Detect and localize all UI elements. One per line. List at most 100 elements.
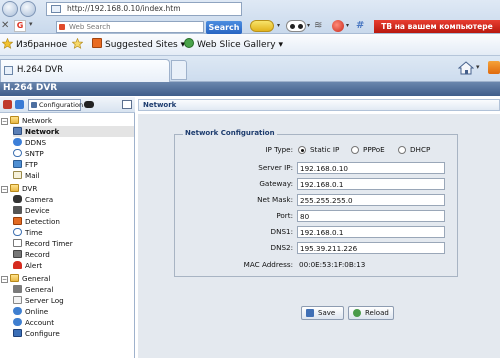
tree-item-ddns[interactable]: DDNS bbox=[13, 137, 46, 148]
tree-item-configure[interactable]: Configure bbox=[13, 328, 60, 339]
chevron-down-icon[interactable]: ▾ bbox=[346, 22, 349, 29]
tree-item-label: Network bbox=[25, 127, 60, 136]
timer-icon bbox=[13, 239, 22, 247]
chevron-down-icon[interactable]: ▾ bbox=[476, 63, 480, 71]
tree-item-label: Time bbox=[25, 228, 43, 237]
search-input[interactable]: Web Search bbox=[56, 21, 204, 33]
config-tree-panel: Configuration − Network Network DDNS SNTP… bbox=[0, 97, 135, 358]
weather-icon[interactable]: ≋ bbox=[314, 20, 326, 32]
tree-item-general[interactable]: General bbox=[13, 284, 53, 295]
rss-icon[interactable] bbox=[488, 61, 500, 74]
chevron-down-icon[interactable]: ▾ bbox=[277, 22, 280, 29]
dns1-input[interactable] bbox=[297, 226, 445, 238]
record-icon[interactable] bbox=[3, 100, 12, 109]
netmask-input[interactable] bbox=[297, 194, 445, 206]
promo-banner[interactable]: ТВ на вашем компьютере bbox=[374, 20, 500, 33]
reload-button-label: Reload bbox=[365, 309, 389, 317]
tree-item-record-timer[interactable]: Record Timer bbox=[13, 238, 73, 249]
suggested-sites-label: Suggested Sites bbox=[105, 40, 178, 50]
record-icon bbox=[13, 250, 22, 258]
favorites-bar: Избранное Suggested Sites ▾ Web Slice Ga… bbox=[0, 34, 500, 56]
suggested-sites-link[interactable]: Suggested Sites ▾ bbox=[92, 38, 185, 52]
tree-item-online[interactable]: Online bbox=[13, 306, 48, 317]
tree-group-label: Network bbox=[22, 116, 53, 125]
hash-icon[interactable]: # bbox=[356, 20, 368, 32]
tree-item-record[interactable]: Record bbox=[13, 249, 50, 260]
network-configuration-group: Network Configuration IP Type: Static IP… bbox=[174, 129, 458, 277]
configuration-label: Configuration bbox=[39, 101, 84, 109]
collapse-icon[interactable]: − bbox=[1, 276, 8, 283]
eyes-icon[interactable] bbox=[286, 20, 306, 32]
port-input[interactable] bbox=[297, 210, 445, 222]
google-icon[interactable]: G bbox=[14, 20, 26, 32]
gateway-input[interactable] bbox=[297, 178, 445, 190]
reload-button[interactable]: Reload bbox=[348, 306, 394, 320]
netmask-label: Net Mask: bbox=[257, 195, 293, 204]
web-slice-gallery-link[interactable]: Web Slice Gallery ▾ bbox=[184, 38, 283, 52]
tab-label: H.264 DVR bbox=[17, 65, 63, 75]
folder-icon bbox=[10, 184, 19, 192]
tree-item-mail[interactable]: Mail bbox=[13, 170, 40, 181]
save-button[interactable]: Save bbox=[301, 306, 344, 320]
account-icon bbox=[13, 318, 22, 326]
media-icon[interactable] bbox=[332, 20, 344, 32]
tree-item-label: FTP bbox=[25, 160, 38, 169]
radio-static-ip[interactable] bbox=[298, 146, 306, 154]
port-label: Port: bbox=[276, 211, 293, 220]
tree-item-device[interactable]: Device bbox=[13, 205, 50, 216]
tree-item-ftp[interactable]: FTP bbox=[13, 159, 38, 170]
collapse-icon[interactable]: − bbox=[1, 118, 8, 125]
configure-icon bbox=[13, 329, 22, 337]
tree-item-server-log[interactable]: Server Log bbox=[13, 295, 64, 306]
mac-address-value: 00:0E:53:1F:0B:13 bbox=[299, 260, 366, 269]
tab-h264-dvr[interactable]: H.264 DVR bbox=[0, 59, 170, 82]
add-favorite-button[interactable] bbox=[72, 38, 86, 52]
panel-toolbar: Configuration bbox=[0, 97, 135, 113]
tab-strip: H.264 DVR ▾ bbox=[0, 56, 500, 82]
new-tab-button[interactable] bbox=[171, 60, 187, 80]
mac-address-label: MAC Address: bbox=[243, 260, 293, 269]
app-header: H.264 DVR bbox=[0, 82, 500, 96]
tree-item-label: Detection bbox=[25, 217, 60, 226]
tree-item-label: Alert bbox=[25, 261, 43, 270]
tree-item-label: DDNS bbox=[25, 138, 47, 147]
panel-restore-icon[interactable] bbox=[122, 100, 132, 109]
home-icon[interactable] bbox=[458, 61, 474, 75]
radio-label-dhcp: DHCP bbox=[410, 145, 431, 154]
tree-item-time[interactable]: Time bbox=[13, 227, 43, 238]
radio-pppoe[interactable] bbox=[351, 146, 359, 154]
general-icon bbox=[13, 285, 22, 293]
radio-dhcp[interactable] bbox=[398, 146, 406, 154]
chevron-down-icon[interactable]: ▾ bbox=[307, 22, 310, 29]
tree-item-alert[interactable]: Alert bbox=[13, 260, 42, 271]
back-button[interactable] bbox=[2, 1, 18, 17]
tree-item-camera[interactable]: Camera bbox=[13, 194, 53, 205]
collapse-icon[interactable]: − bbox=[1, 186, 8, 193]
tree-item-sntp[interactable]: SNTP bbox=[13, 148, 44, 159]
chevron-down-icon[interactable]: ▾ bbox=[29, 20, 33, 28]
camera-icon[interactable] bbox=[84, 101, 94, 108]
favorites-button[interactable]: Избранное bbox=[2, 38, 67, 52]
tree-group-dvr[interactable]: − DVR bbox=[1, 183, 37, 194]
address-bar[interactable]: http://192.168.0.10/index.htm bbox=[46, 2, 242, 16]
dns2-input[interactable] bbox=[297, 242, 445, 254]
tree-item-label: Device bbox=[25, 206, 50, 215]
tree-item-account[interactable]: Account bbox=[13, 317, 54, 328]
forward-button[interactable] bbox=[20, 1, 36, 17]
tree-group-general[interactable]: − General bbox=[1, 273, 50, 284]
close-toolbar-icon[interactable]: ✕ bbox=[1, 20, 9, 31]
tree-item-detection[interactable]: Detection bbox=[13, 216, 60, 227]
smiley-icon[interactable] bbox=[250, 20, 274, 32]
server-ip-input[interactable] bbox=[297, 162, 445, 174]
server-ip-label: Server IP: bbox=[258, 163, 293, 172]
tree-group-network[interactable]: − Network bbox=[1, 115, 52, 126]
web-slice-icon bbox=[184, 38, 194, 48]
configuration-icon bbox=[31, 102, 37, 108]
playback-icon[interactable] bbox=[15, 100, 24, 109]
ddns-icon bbox=[13, 138, 22, 146]
configuration-button[interactable]: Configuration bbox=[28, 99, 84, 111]
tree-group-label: General bbox=[22, 274, 51, 283]
tree-item-network[interactable]: Network bbox=[13, 126, 134, 137]
search-button[interactable]: Search bbox=[206, 21, 242, 34]
online-users-icon bbox=[13, 307, 22, 315]
